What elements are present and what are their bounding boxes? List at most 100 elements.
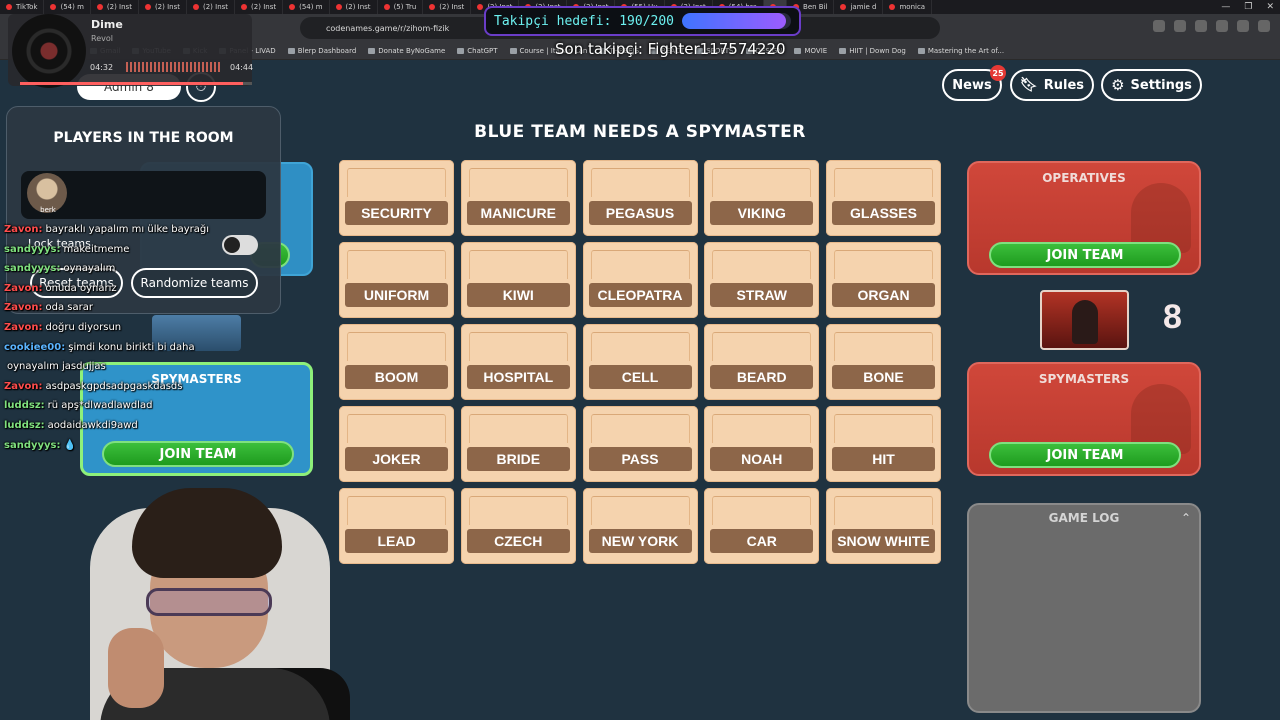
tab-label: (2) Inst [154,3,180,11]
game-log-title: GAME LOG [1048,511,1120,525]
chat-text: aodaidawkdi9awd [47,420,138,431]
page-title: BLUE TEAM NEEDS A SPYMASTER [474,122,806,142]
chat-message: Zavon: onuda oynarız [4,283,117,294]
extension-icon[interactable] [1237,20,1249,32]
browser-tab[interactable]: (54) m [283,0,330,14]
bookmark-item[interactable]: ChatGPT [457,47,497,55]
word-card[interactable]: BEARD [704,324,820,400]
red-spymasters-title: SPYMASTERS [1038,372,1130,386]
word-card-label: BEARD [710,365,814,389]
word-card[interactable]: NOAH [704,406,820,482]
browser-tab[interactable]: monica [883,0,933,14]
browser-tab[interactable]: (2) Inst [91,0,139,14]
bookmark-item[interactable]: Mastering the Art of... [918,47,1004,55]
word-card[interactable]: SNOW WHITE [826,488,941,564]
extension-icon[interactable] [1216,20,1228,32]
lock-teams-toggle[interactable] [222,235,258,255]
word-card-label: BOOM [345,365,448,389]
follower-goal-bar [682,13,791,29]
red-team-card-image [1040,290,1129,350]
chat-text: rü apş*dlwadlawdlad [47,400,153,412]
word-card[interactable]: KIWI [460,242,576,318]
tab-favicon-icon [429,4,436,10]
word-card[interactable]: ORGAN [826,242,941,318]
chat-message: Zavon: asdpaskgpdsadpgaskdasds [4,381,182,392]
word-card-label: CLEOPATRA [588,283,692,307]
bookmark-item[interactable]: Donate ByNoGame [368,47,445,55]
url-text: codenames.game/r/zihom-fizik [326,23,450,33]
word-card[interactable]: PASS [582,406,698,482]
song-title: Dime [91,18,123,31]
tab-favicon-icon [50,4,57,10]
randomize-teams-button[interactable]: Randomize teams [131,268,258,298]
word-card[interactable]: JOKER [339,406,454,482]
chat-text: makeitmeme [63,243,130,255]
follower-goal-widget: Takipçi hedefi: 190/200 [484,6,801,36]
chat-username: luddsz: [4,400,45,412]
word-card[interactable]: STRAW [704,242,820,318]
word-card[interactable]: CLEOPATRA [582,242,698,318]
follower-goal-text: Takipçi hedefi: 190/200 [494,13,675,29]
browser-tab[interactable]: (5) Tru [378,0,424,14]
browser-tab[interactable]: (2) Inst [330,0,378,14]
bookmark-item[interactable]: MOVIE [794,47,827,55]
settings-button[interactable]: ⚙ Settings [1101,69,1202,101]
chat-username: Zavon: [4,224,43,235]
news-button[interactable]: News 25 [942,65,1006,101]
word-card[interactable]: MANICURE [460,160,576,236]
word-card[interactable]: VIKING [704,160,820,236]
red-spymasters-join-button[interactable]: JOIN TEAM [989,442,1181,468]
word-card-label: CAR [710,529,814,553]
tab-favicon-icon [889,4,896,10]
extension-icon[interactable] [1153,20,1165,32]
tab-label: (2) Inst [439,3,465,11]
extension-icon[interactable] [1195,20,1207,32]
word-card[interactable]: BRIDE [460,406,576,482]
browser-tab[interactable]: (2) Inst [423,0,472,14]
browser-tab[interactable]: (2) Inst [139,0,187,14]
minimize-button[interactable]: — [1221,2,1230,12]
vinyl-record-icon [12,14,86,88]
close-window-button[interactable]: ✕ [1266,2,1274,12]
word-card-label: SNOW WHITE [832,529,935,553]
browser-tab[interactable]: jamie d [834,0,884,14]
word-card-label: CZECH [466,529,570,553]
tab-favicon-icon [383,4,390,10]
red-operatives-join-button[interactable]: JOIN TEAM [989,242,1181,268]
tab-favicon-icon [96,4,103,10]
word-card[interactable]: CZECH [460,488,576,564]
word-card[interactable]: CELL [582,324,698,400]
bookmark-item[interactable]: HIIT | Down Dog [839,47,906,55]
browser-tab[interactable]: TikTok [0,0,45,14]
word-card[interactable]: CAR [704,488,820,564]
word-card[interactable]: BONE [826,324,941,400]
rules-button[interactable]: 🔖︎ Rules [1010,69,1094,101]
tab-label: Ben Bil [803,3,828,11]
word-card-label: PEGASUS [588,201,692,225]
chat-username: Zavon: [4,282,43,294]
tab-favicon-icon [289,4,296,10]
word-card[interactable]: PEGASUS [582,160,698,236]
chevron-up-icon[interactable]: ⌃ [1181,511,1191,525]
word-card-label: NOAH [710,447,814,471]
word-card[interactable]: GLASSES [826,160,941,236]
browser-tab[interactable]: (2) Inst [235,0,284,14]
word-card[interactable]: BOOM [339,324,454,400]
red-operatives-title: OPERATIVES [1042,171,1126,185]
word-card-label: UNIFORM [345,283,448,307]
browser-tab[interactable]: (54) m [44,0,91,14]
extension-icon[interactable] [1174,20,1186,32]
word-card[interactable]: SECURITY [339,160,454,236]
word-board: SECURITY MANICURE PEGASUS VIKING GLASSES UNIF… [339,160,941,564]
word-card[interactable]: UNIFORM [339,242,454,318]
maximize-button[interactable]: ❐ [1244,2,1252,12]
word-card[interactable]: HIT [826,406,941,482]
glasses-icon [146,588,272,616]
word-card[interactable]: HOSPITAL [460,324,576,400]
word-card[interactable]: NEW YORK [582,488,698,564]
profile-icon[interactable] [1258,20,1270,32]
bookmark-item[interactable]: Blerp Dashboard [288,47,357,55]
word-card-label: CELL [588,365,692,389]
browser-tab[interactable]: (2) Inst [187,0,236,14]
blue-spymasters-join-button[interactable]: JOIN TEAM [102,441,294,467]
